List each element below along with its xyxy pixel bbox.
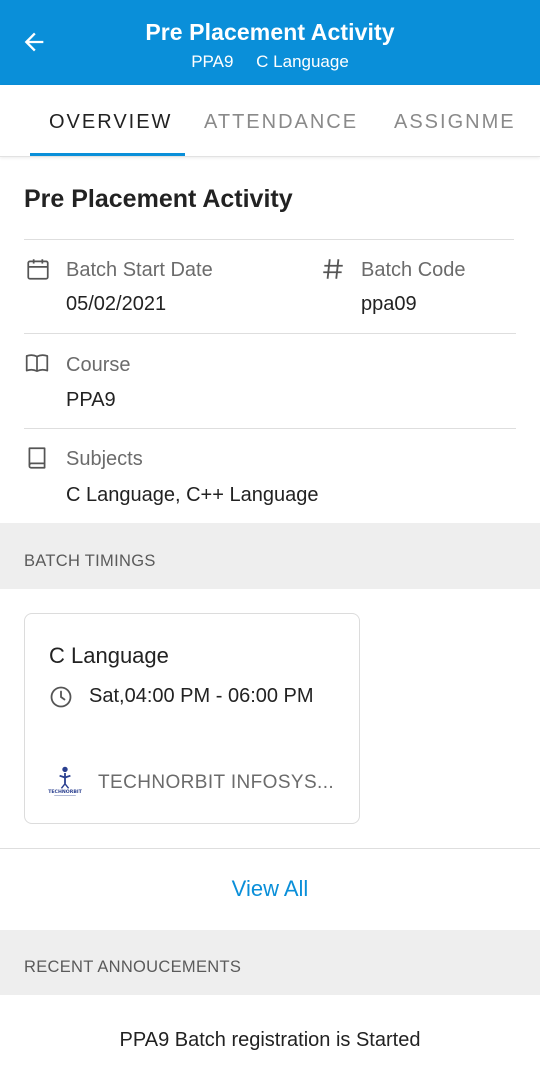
calendar-icon [27, 259, 49, 280]
timing-subject: C Language [49, 643, 169, 668]
tab-attendance[interactable]: ATTENDANCE [204, 111, 358, 134]
timing-schedule: Sat,04:00 PM - 06:00 PM [89, 685, 314, 707]
svg-text:TECHNORBIT: TECHNORBIT [48, 789, 82, 795]
book-icon [28, 447, 46, 469]
tab-bar: OVERVIEW ATTENDANCE ASSIGNME [0, 85, 540, 157]
announcements-header: RECENT ANNOUCEMENTS [0, 930, 540, 995]
tab-overview[interactable]: OVERVIEW [49, 111, 172, 134]
batch-timings-heading: BATCH TIMINGS [24, 552, 156, 570]
institute-name: TECHNORBIT INFOSYS... [98, 772, 335, 793]
start-date-value: 05/02/2021 [66, 293, 167, 315]
subtitle-subject: C Language [256, 52, 349, 71]
batch-code-value: ppa09 [361, 293, 417, 315]
page-title: Pre Placement Activity [145, 19, 395, 45]
divider [24, 333, 516, 334]
start-date-label: Batch Start Date [66, 259, 213, 281]
divider [24, 428, 516, 429]
announcement-item[interactable]: PPA9 Batch registration is Started [0, 1029, 540, 1052]
batch-timings-header: BATCH TIMINGS [0, 523, 540, 589]
course-label: Course [66, 354, 131, 376]
batch-title: Pre Placement Activity [24, 185, 293, 213]
subjects-value: C Language, C++ Language [66, 484, 319, 506]
divider [24, 239, 514, 240]
tab-assignments[interactable]: ASSIGNME [394, 111, 516, 134]
announcements-heading: RECENT ANNOUCEMENTS [24, 958, 242, 976]
hash-icon [323, 259, 343, 279]
timing-card[interactable]: C Language Sat,04:00 PM - 06:00 PM TECHN… [24, 613, 360, 824]
subjects-label: Subjects [66, 448, 143, 470]
course-value: PPA9 [66, 389, 116, 411]
institute-logo: TECHNORBIT [48, 766, 83, 796]
subtitle-code: PPA9 [191, 52, 234, 71]
divider [0, 848, 540, 849]
view-all-link[interactable]: View All [0, 876, 540, 902]
active-tab-indicator [30, 153, 185, 156]
batch-code-label: Batch Code [361, 259, 466, 281]
open-book-icon [25, 354, 49, 372]
page-subtitle: PPA9 C Language [0, 52, 540, 72]
clock-icon [50, 686, 72, 708]
app-bar: Pre Placement Activity PPA9 C Language [0, 0, 540, 85]
